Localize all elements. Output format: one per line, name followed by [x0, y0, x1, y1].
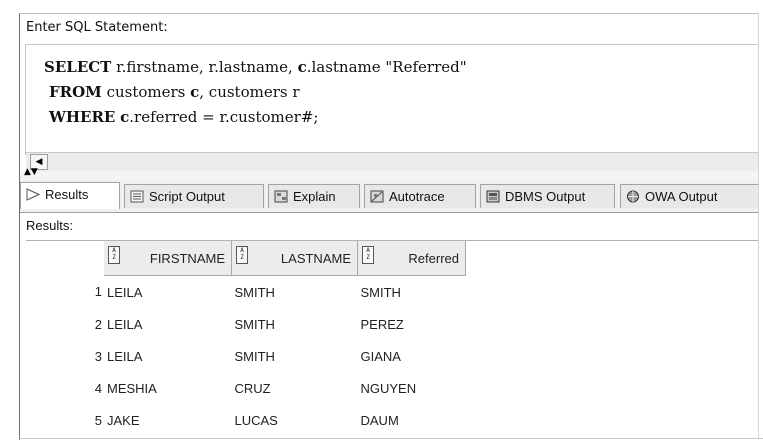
right-border — [758, 13, 759, 439]
explain-icon — [274, 190, 288, 203]
column-header-firstname[interactable]: A Z FIRSTNAME — [104, 241, 232, 276]
owa-globe-icon — [627, 190, 639, 203]
table-row[interactable]: 2 LEILA SMITH PEREZ — [26, 308, 466, 340]
sort-icon[interactable]: AZ — [362, 246, 374, 264]
table-row[interactable]: 4 MESHIA CRUZ NGUYEN — [26, 372, 466, 404]
row-number: 1 — [94, 284, 102, 300]
sort-icon[interactable]: AZ — [108, 246, 120, 264]
tab-results[interactable]: Results — [20, 182, 120, 209]
autotrace-icon — [370, 190, 384, 203]
row-number: 3 — [94, 348, 102, 364]
sql-line-1[interactable]: SELECT r.firstname, r.lastname, c.lastna… — [44, 58, 467, 76]
enter-sql-label: Enter SQL Statement: — [26, 20, 168, 35]
horizontal-scrollbar[interactable]: ◀ — [26, 152, 758, 172]
play-triangle-icon — [26, 188, 40, 201]
row-number: 2 — [94, 316, 102, 332]
cell-referred[interactable]: NGUYEN — [358, 372, 466, 404]
results-label: Results: — [26, 218, 73, 233]
cell-lastname[interactable]: SMITH — [232, 340, 358, 372]
tab-dbms-output[interactable]: DBMS Output — [480, 184, 615, 208]
worksheet-panel: Enter SQL Statement: SELECT r.firstname,… — [19, 13, 759, 441]
scroll-track[interactable] — [49, 156, 749, 166]
cell-referred[interactable]: GIANA — [358, 340, 466, 372]
cell-firstname[interactable]: JAKE — [104, 404, 232, 436]
dbms-icon — [486, 190, 500, 203]
cell-referred[interactable]: SMITH — [358, 276, 466, 309]
output-tab-bar: Results Script Output Explain Autotrace … — [20, 180, 759, 213]
cell-lastname[interactable]: CRUZ — [232, 372, 358, 404]
sql-worksheet-window: Enter SQL Statement: SELECT r.firstname,… — [0, 0, 763, 441]
sort-icon[interactable]: AZ — [236, 246, 248, 264]
tab-explain[interactable]: Explain — [268, 184, 360, 208]
sql-line-3[interactable]: WHERE c.referred = r.customer#; — [49, 108, 318, 126]
sql-line-2[interactable]: FROM customers c, customers r — [49, 83, 300, 101]
cell-firstname[interactable]: LEILA — [104, 308, 232, 340]
column-header-lastname[interactable]: A Z LASTNAME — [231, 241, 358, 276]
table-row[interactable]: 5 JAKE LUCAS DAUM — [26, 404, 466, 436]
results-grid[interactable]: A Z FIRSTNAME A Z LASTNAME A Z Referred 1 LEIL… — [26, 240, 759, 441]
row-number: 5 — [94, 412, 102, 428]
cell-lastname[interactable]: SMITH — [232, 276, 358, 309]
table-row[interactable]: 3 LEILA SMITH GIANA — [26, 340, 466, 372]
tab-owa-output[interactable]: OWA Output — [620, 184, 759, 208]
tab-script-output[interactable]: Script Output — [124, 184, 264, 208]
cell-referred[interactable]: PEREZ — [358, 308, 466, 340]
script-icon — [130, 190, 144, 203]
cell-lastname[interactable]: LUCAS — [232, 404, 358, 436]
cell-firstname[interactable]: MESHIA — [104, 372, 232, 404]
cell-referred[interactable]: DAUM — [358, 404, 466, 436]
cell-lastname[interactable]: SMITH — [232, 308, 358, 340]
splitter-arrows-icon[interactable]: ▲▼ — [24, 168, 38, 177]
sql-editor[interactable]: SELECT r.firstname, r.lastname, c.lastna… — [25, 44, 759, 155]
table-row[interactable]: 1 LEILA SMITH SMITH — [26, 276, 466, 309]
cell-firstname[interactable]: LEILA — [104, 276, 232, 309]
bottom-border — [19, 438, 763, 439]
row-number-header — [26, 241, 104, 276]
row-number: 4 — [94, 380, 102, 396]
cell-firstname[interactable]: LEILA — [104, 340, 232, 372]
column-header-referred[interactable]: A Z Referred — [357, 241, 466, 276]
results-table: A Z FIRSTNAME A Z LASTNAME A Z Referred 1 LEIL… — [26, 241, 466, 436]
tab-autotrace[interactable]: Autotrace — [364, 184, 476, 208]
